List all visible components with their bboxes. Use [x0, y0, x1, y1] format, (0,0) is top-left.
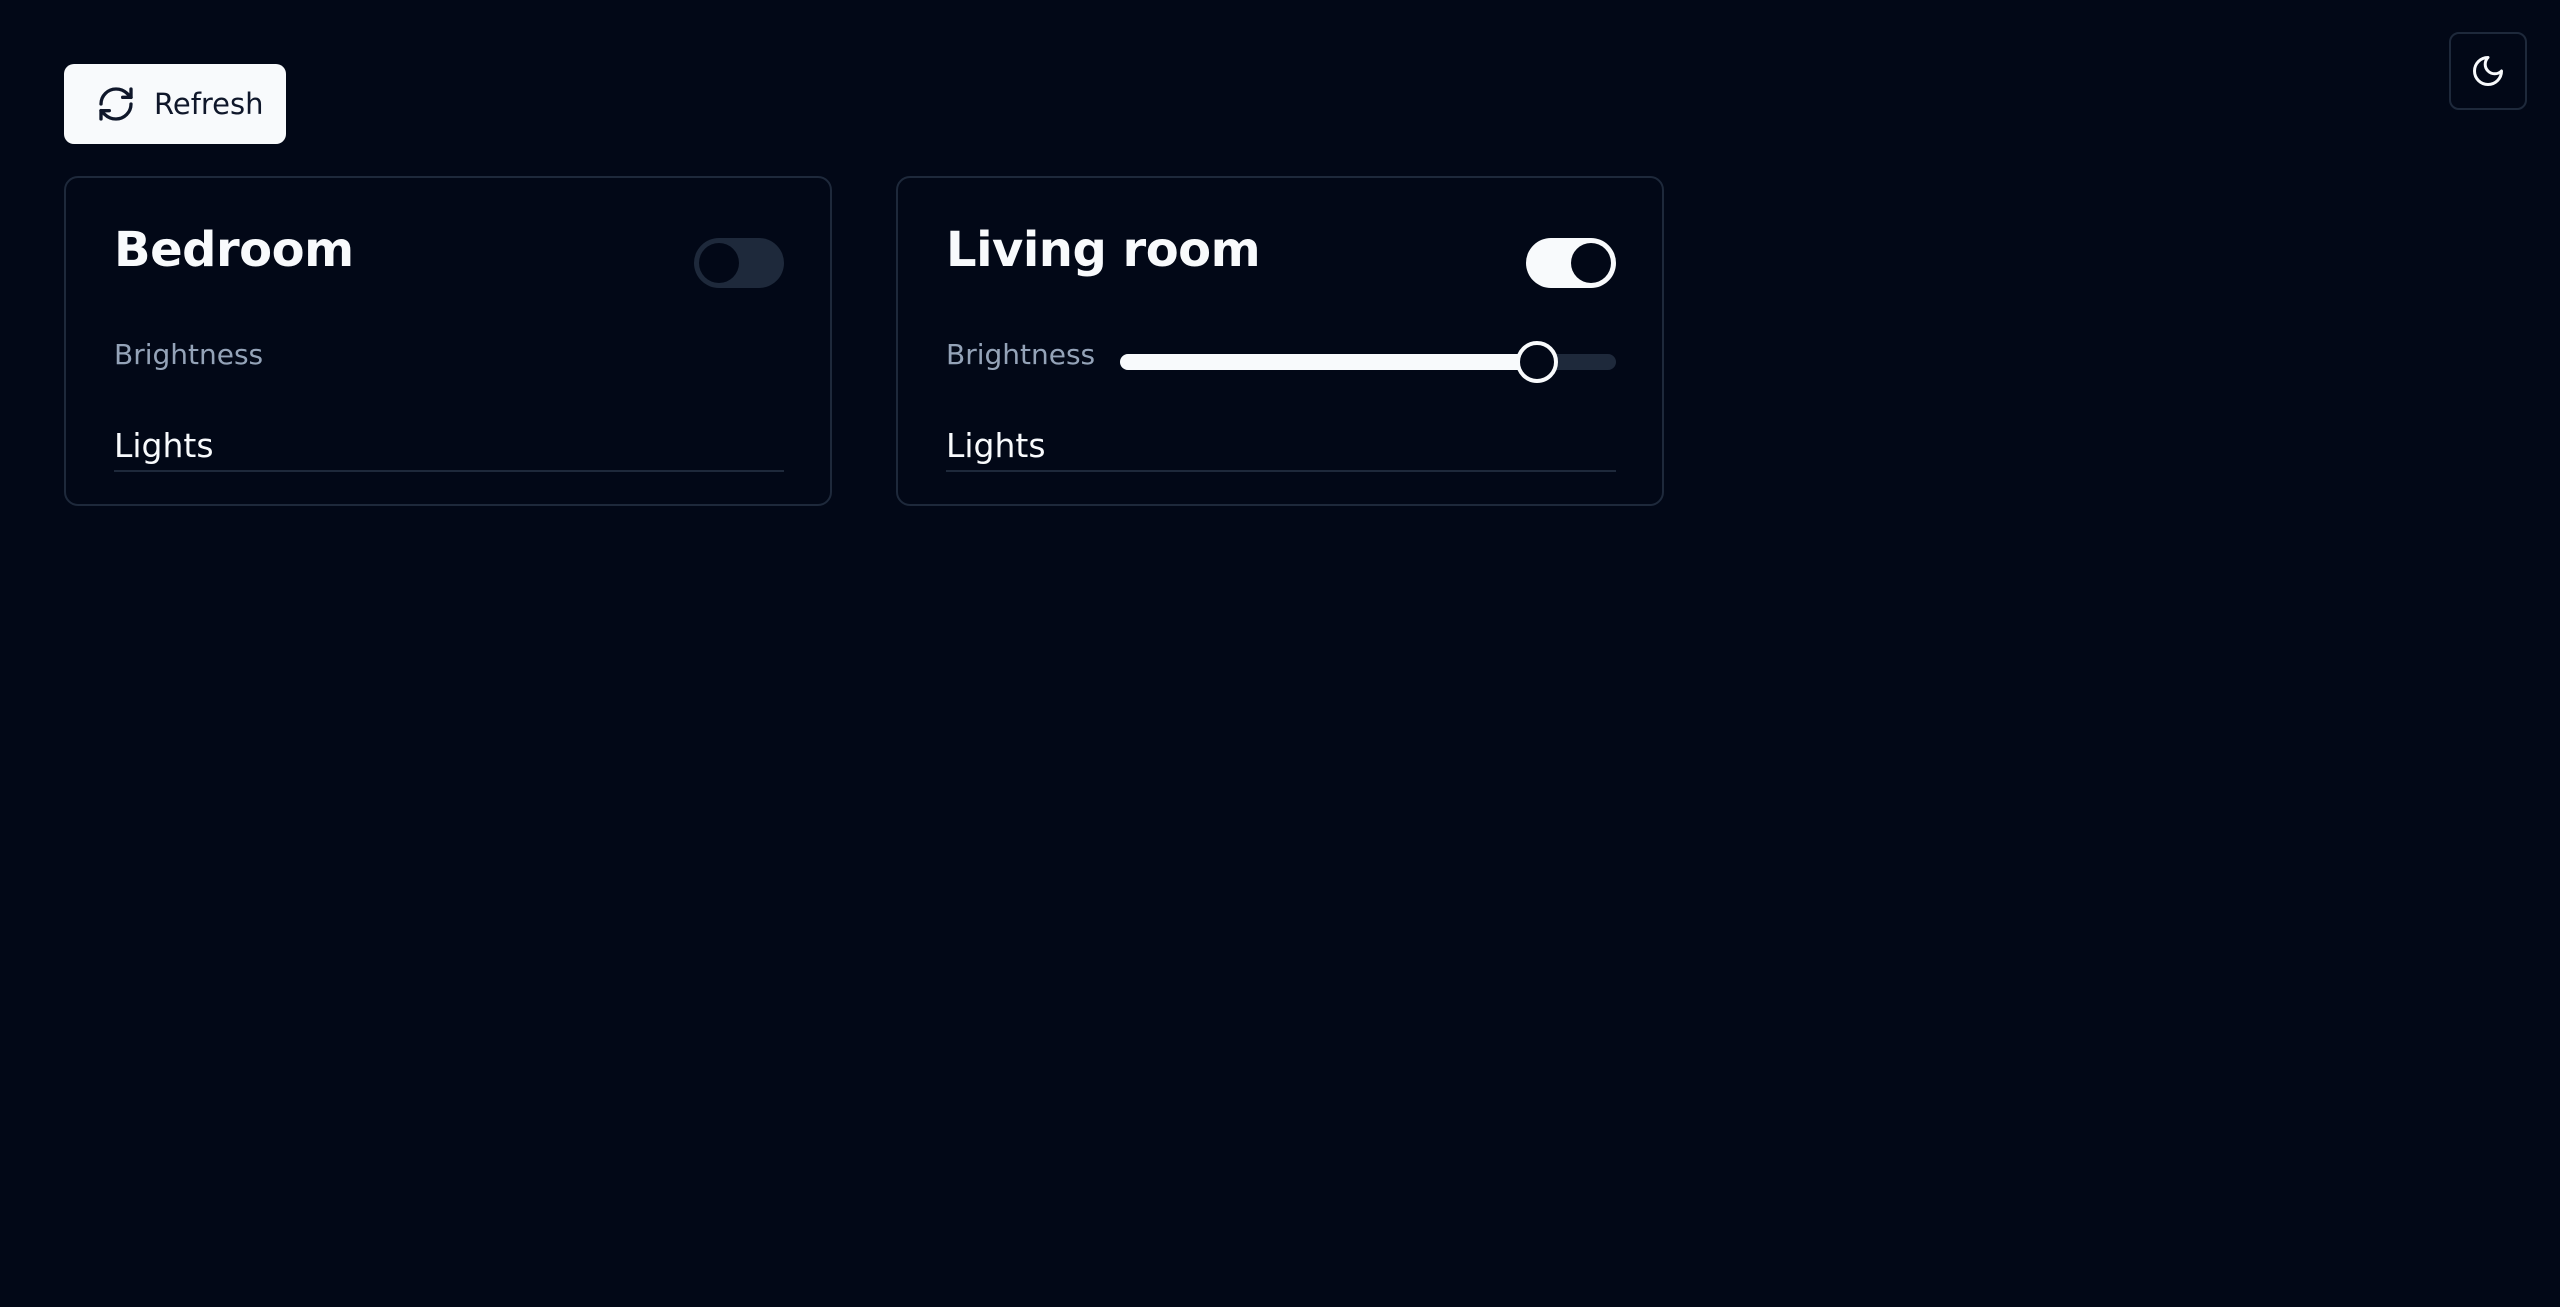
refresh-button-label: Refresh [154, 87, 264, 121]
theme-toggle-button[interactable] [2449, 32, 2527, 110]
power-switch[interactable] [1526, 238, 1616, 288]
moon-icon [2470, 53, 2506, 89]
lights-divider [114, 470, 784, 472]
slider-thumb[interactable] [1515, 341, 1558, 383]
slider-fill [1120, 354, 1537, 370]
refresh-icon [96, 84, 136, 124]
room-title: Living room [946, 222, 1261, 278]
room-card-bedroom: Bedroom Brightness Lights [64, 176, 832, 506]
room-card-living-room: Living room Brightness Lights [896, 176, 1664, 506]
page: Refresh Bedroom Brightness Lights Living… [0, 0, 2560, 1307]
lights-divider [946, 470, 1616, 472]
switch-knob [1571, 243, 1611, 283]
power-switch[interactable] [694, 238, 784, 288]
lights-label: Lights [946, 426, 1046, 465]
lights-label: Lights [114, 426, 214, 465]
brightness-slider[interactable] [1120, 341, 1616, 383]
brightness-label: Brightness [114, 338, 264, 371]
switch-knob [699, 243, 739, 283]
brightness-label: Brightness [946, 338, 1096, 371]
room-title: Bedroom [114, 222, 354, 278]
refresh-button[interactable]: Refresh [64, 64, 286, 144]
